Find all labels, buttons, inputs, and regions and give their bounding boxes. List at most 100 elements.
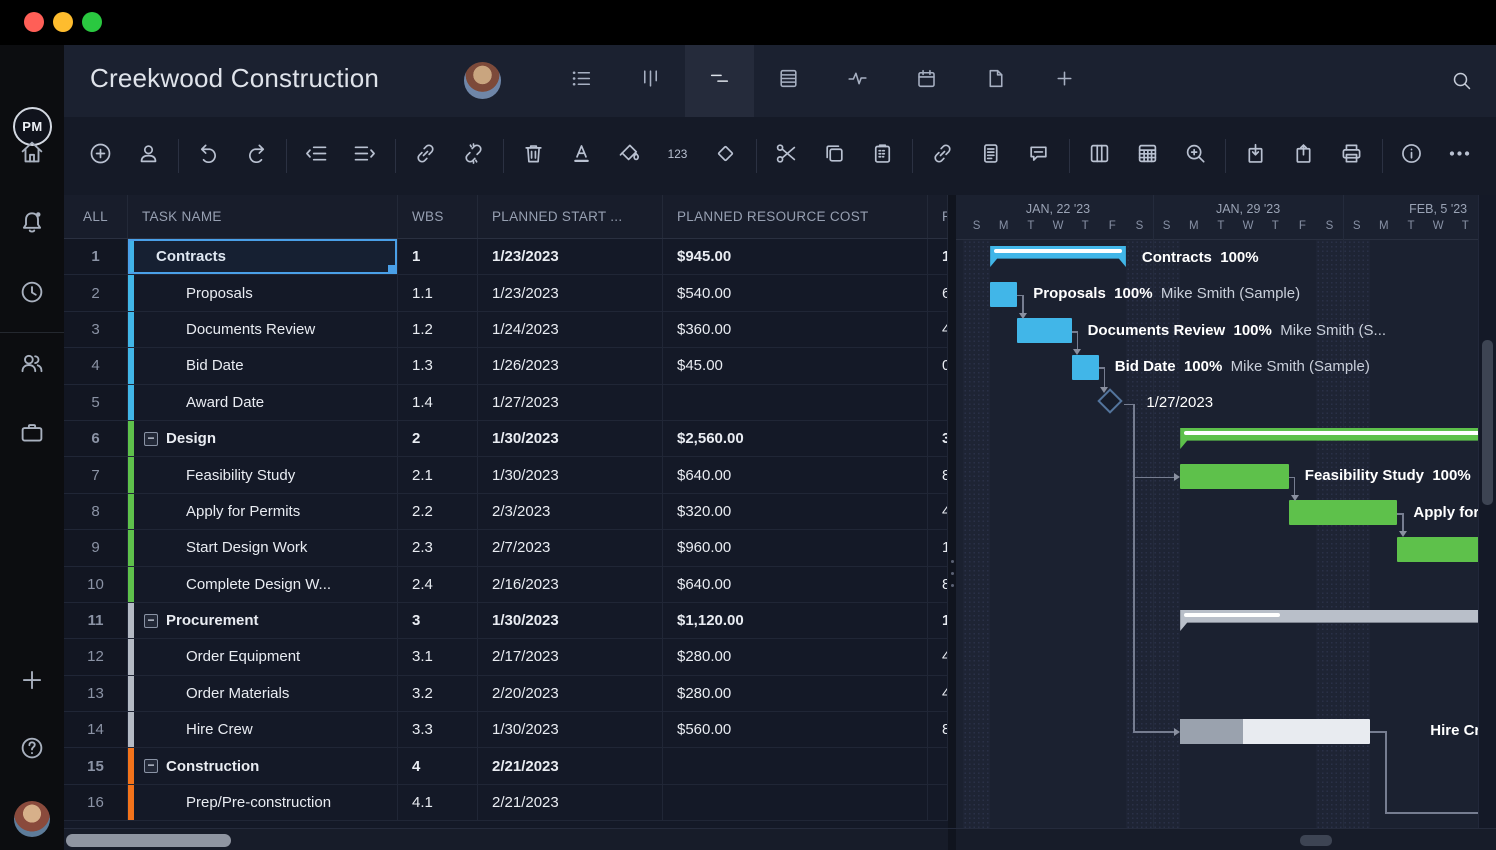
planned-start-cell[interactable]: 2/21/2023 <box>478 748 663 783</box>
sidebar-item-add[interactable] <box>17 665 47 695</box>
row-number-cell[interactable]: 10 <box>64 567 128 602</box>
row-number-cell[interactable]: 4 <box>64 348 128 383</box>
sidebar-item-team[interactable] <box>17 348 47 378</box>
row-number-cell[interactable]: 8 <box>64 494 128 529</box>
planned-cost-cell[interactable]: $360.00 <box>663 312 928 347</box>
planned-extra-cell[interactable] <box>928 385 948 420</box>
info-button[interactable] <box>1398 142 1426 170</box>
task-name-cell[interactable]: Hire Crew <box>128 712 398 747</box>
more-button[interactable] <box>1446 142 1474 170</box>
planned-cost-cell[interactable]: $640.00 <box>663 567 928 602</box>
gantt-horizontal-scrollbar-thumb[interactable] <box>1300 835 1332 846</box>
planned-start-cell[interactable]: 2/20/2023 <box>478 676 663 711</box>
search-icon[interactable] <box>1450 69 1474 98</box>
planned-extra-cell[interactable]: 4 <box>928 676 948 711</box>
columns-button[interactable] <box>1085 142 1113 170</box>
wbs-cell[interactable]: 4 <box>398 748 478 783</box>
add-view-tab[interactable] <box>1030 45 1099 117</box>
column-header-p[interactable]: P <box>928 195 948 238</box>
task-bar[interactable] <box>1180 719 1370 744</box>
delete-button[interactable] <box>520 142 548 170</box>
planned-start-cell[interactable]: 1/23/2023 <box>478 239 663 274</box>
wbs-cell[interactable]: 1.4 <box>398 385 478 420</box>
export-button[interactable] <box>1290 142 1318 170</box>
wbs-cell[interactable]: 3.1 <box>398 639 478 674</box>
row-number-cell[interactable]: 14 <box>64 712 128 747</box>
planned-start-cell[interactable]: 1/30/2023 <box>478 603 663 638</box>
planned-cost-cell[interactable]: $320.00 <box>663 494 928 529</box>
planned-cost-cell[interactable]: $960.00 <box>663 530 928 565</box>
outdent-button[interactable] <box>303 142 331 170</box>
task-name-cell[interactable]: Contracts <box>128 239 398 274</box>
wbs-cell[interactable]: 2.4 <box>398 567 478 602</box>
comment-button[interactable] <box>1025 142 1053 170</box>
indent-button[interactable] <box>351 142 379 170</box>
task-name-cell[interactable]: Feasibility Study <box>128 457 398 492</box>
add-task-button[interactable] <box>86 142 114 170</box>
notes-button[interactable] <box>977 142 1005 170</box>
summary-bar[interactable] <box>990 246 1126 267</box>
planned-cost-cell[interactable]: $280.00 <box>663 676 928 711</box>
planned-cost-cell[interactable]: $280.00 <box>663 639 928 674</box>
planned-cost-cell[interactable]: $540.00 <box>663 275 928 310</box>
link-tasks-button[interactable] <box>411 142 439 170</box>
cut-button[interactable] <box>772 142 800 170</box>
planned-extra-cell[interactable] <box>928 785 948 820</box>
sidebar-item-help[interactable] <box>17 733 47 763</box>
column-header-wbs[interactable]: WBS <box>398 195 478 238</box>
assign-user-button[interactable] <box>134 142 162 170</box>
text-color-button[interactable] <box>568 142 596 170</box>
wbs-cell[interactable]: 4.1 <box>398 785 478 820</box>
vertical-scrollbar-thumb[interactable] <box>1482 340 1493 505</box>
minimize-button[interactable] <box>53 12 73 32</box>
row-number-cell[interactable]: 5 <box>64 385 128 420</box>
planned-extra-cell[interactable]: 8 <box>928 712 948 747</box>
print-button[interactable] <box>1338 142 1366 170</box>
planned-extra-cell[interactable]: 3 <box>928 421 948 456</box>
planned-cost-cell[interactable]: $2,560.00 <box>663 421 928 456</box>
list-view-tab[interactable] <box>547 45 616 117</box>
planned-cost-cell[interactable]: $1,120.00 <box>663 603 928 638</box>
planned-cost-cell[interactable] <box>663 785 928 820</box>
planned-extra-cell[interactable]: 0 <box>928 348 948 383</box>
column-header-task-name[interactable]: TASK NAME <box>128 195 398 238</box>
milestone-button[interactable] <box>712 142 740 170</box>
wbs-cell[interactable]: 2 <box>398 421 478 456</box>
wbs-cell[interactable]: 3 <box>398 603 478 638</box>
planned-extra-cell[interactable]: 4 <box>928 312 948 347</box>
task-name-cell[interactable]: Start Design Work <box>128 530 398 565</box>
wbs-cell[interactable]: 1.3 <box>398 348 478 383</box>
row-number-cell[interactable]: 3 <box>64 312 128 347</box>
planned-start-cell[interactable]: 2/21/2023 <box>478 785 663 820</box>
task-name-cell[interactable]: Award Date <box>128 385 398 420</box>
calendar-view-tab[interactable] <box>892 45 961 117</box>
wbs-cell[interactable]: 1 <box>398 239 478 274</box>
task-bar[interactable] <box>1017 318 1071 343</box>
row-number-cell[interactable]: 13 <box>64 676 128 711</box>
planned-extra-cell[interactable]: 8 <box>928 567 948 602</box>
collapse-toggle-icon[interactable]: − <box>144 614 158 628</box>
page-view-tab[interactable] <box>961 45 1030 117</box>
wbs-cell[interactable]: 1.1 <box>398 275 478 310</box>
planned-start-cell[interactable]: 2/7/2023 <box>478 530 663 565</box>
row-number-cell[interactable]: 6 <box>64 421 128 456</box>
planned-cost-cell[interactable]: $560.00 <box>663 712 928 747</box>
owner-avatar[interactable] <box>464 62 501 99</box>
task-name-cell[interactable]: Bid Date <box>128 348 398 383</box>
row-number-cell[interactable]: 9 <box>64 530 128 565</box>
grid-button[interactable] <box>1133 142 1161 170</box>
wbs-cell[interactable]: 1.2 <box>398 312 478 347</box>
task-bar[interactable] <box>990 282 1017 307</box>
planned-start-cell[interactable]: 2/16/2023 <box>478 567 663 602</box>
paste-button[interactable] <box>868 142 896 170</box>
column-header-planned-start[interactable]: PLANNED START ... <box>478 195 663 238</box>
sheet-view-tab[interactable] <box>754 45 823 117</box>
task-bar[interactable] <box>1180 464 1289 489</box>
task-name-cell[interactable]: Apply for Permits <box>128 494 398 529</box>
planned-start-cell[interactable]: 1/30/2023 <box>478 421 663 456</box>
planned-extra-cell[interactable]: 1 <box>928 530 948 565</box>
task-name-cell[interactable]: Proposals <box>128 275 398 310</box>
row-number-cell[interactable]: 16 <box>64 785 128 820</box>
planned-extra-cell[interactable]: 4 <box>928 639 948 674</box>
planned-cost-cell[interactable]: $45.00 <box>663 348 928 383</box>
